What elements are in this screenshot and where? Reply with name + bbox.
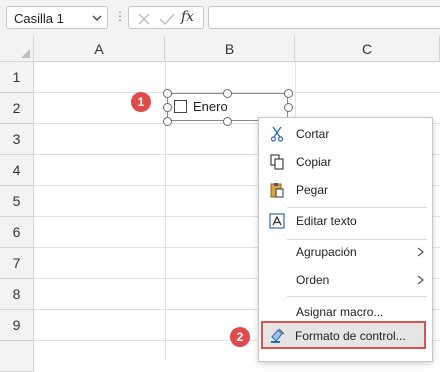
menu-item-label: Cortar — [296, 127, 330, 141]
menu-item-edit-text[interactable]: Editar texto — [259, 208, 432, 234]
enter-check-icon[interactable] — [159, 12, 175, 26]
formula-bar: Casilla 1 ⋮ fx — [0, 0, 440, 37]
menu-item-copy[interactable]: Copiar — [259, 149, 432, 175]
row-header-5[interactable]: 5 — [0, 186, 34, 217]
menu-item-grouping[interactable]: Agrupación — [259, 239, 432, 265]
step-badge-2: 2 — [230, 327, 250, 347]
edit-text-icon — [269, 213, 285, 229]
cancel-icon[interactable] — [137, 12, 151, 26]
resize-handle-top[interactable] — [223, 89, 232, 98]
formula-bar-splitter[interactable]: ⋮ — [114, 9, 127, 23]
checkbox-label: Enero — [193, 99, 228, 114]
row-header-6[interactable]: 6 — [0, 217, 34, 248]
row-header-4[interactable]: 4 — [0, 155, 34, 186]
menu-item-label: Orden — [296, 273, 330, 287]
row-header-3[interactable]: 3 — [0, 124, 34, 155]
format-control-icon — [271, 328, 285, 343]
checkbox[interactable] — [174, 100, 187, 113]
paste-icon — [270, 183, 284, 198]
menu-item-cut[interactable]: Cortar — [259, 121, 432, 147]
column-header-a[interactable]: A — [34, 36, 165, 62]
menu-item-label: Pegar — [296, 183, 329, 197]
menu-item-order[interactable]: Orden — [259, 267, 432, 293]
row-header-2[interactable]: 2 — [0, 93, 34, 124]
copy-icon — [270, 154, 284, 170]
menu-item-format-control[interactable]: Formato de control... — [261, 321, 426, 349]
chevron-right-icon — [417, 247, 424, 257]
menu-item-label: Agrupación — [296, 245, 357, 259]
row-header-1[interactable]: 1 — [0, 62, 34, 93]
menu-item-paste[interactable]: Pegar — [259, 177, 432, 203]
select-all-corner[interactable] — [0, 36, 34, 62]
column-header-b[interactable]: B — [165, 36, 295, 62]
menu-separator — [287, 296, 427, 297]
insert-function-button[interactable]: fx — [181, 9, 194, 25]
resize-handle-right[interactable] — [284, 103, 293, 112]
step-badge-1: 1 — [131, 92, 151, 112]
name-box[interactable]: Casilla 1 — [6, 6, 108, 29]
row-header-7[interactable]: 7 — [0, 248, 34, 279]
resize-handle-top-right[interactable] — [284, 89, 293, 98]
row-header-8[interactable]: 8 — [0, 279, 34, 310]
column-header-c[interactable]: C — [295, 36, 440, 62]
formula-input[interactable] — [208, 6, 440, 29]
scissors-icon — [270, 126, 284, 142]
chevron-down-icon[interactable] — [92, 14, 102, 22]
row-header-9[interactable]: 9 — [0, 310, 34, 341]
row-header-10[interactable] — [0, 341, 34, 372]
name-box-value: Casilla 1 — [14, 11, 64, 26]
resize-handle-top-left[interactable] — [163, 89, 172, 98]
menu-item-label: Editar texto — [296, 214, 357, 228]
resize-handle-left[interactable] — [163, 103, 172, 112]
menu-item-label: Formato de control... — [295, 329, 406, 343]
resize-handle-bottom[interactable] — [223, 117, 232, 126]
menu-item-label: Asignar macro... — [296, 305, 384, 319]
menu-item-label: Copiar — [296, 155, 332, 169]
resize-handle-bottom-left[interactable] — [163, 117, 172, 126]
chevron-right-icon — [417, 275, 424, 285]
formula-bar-controls: fx — [128, 6, 204, 29]
